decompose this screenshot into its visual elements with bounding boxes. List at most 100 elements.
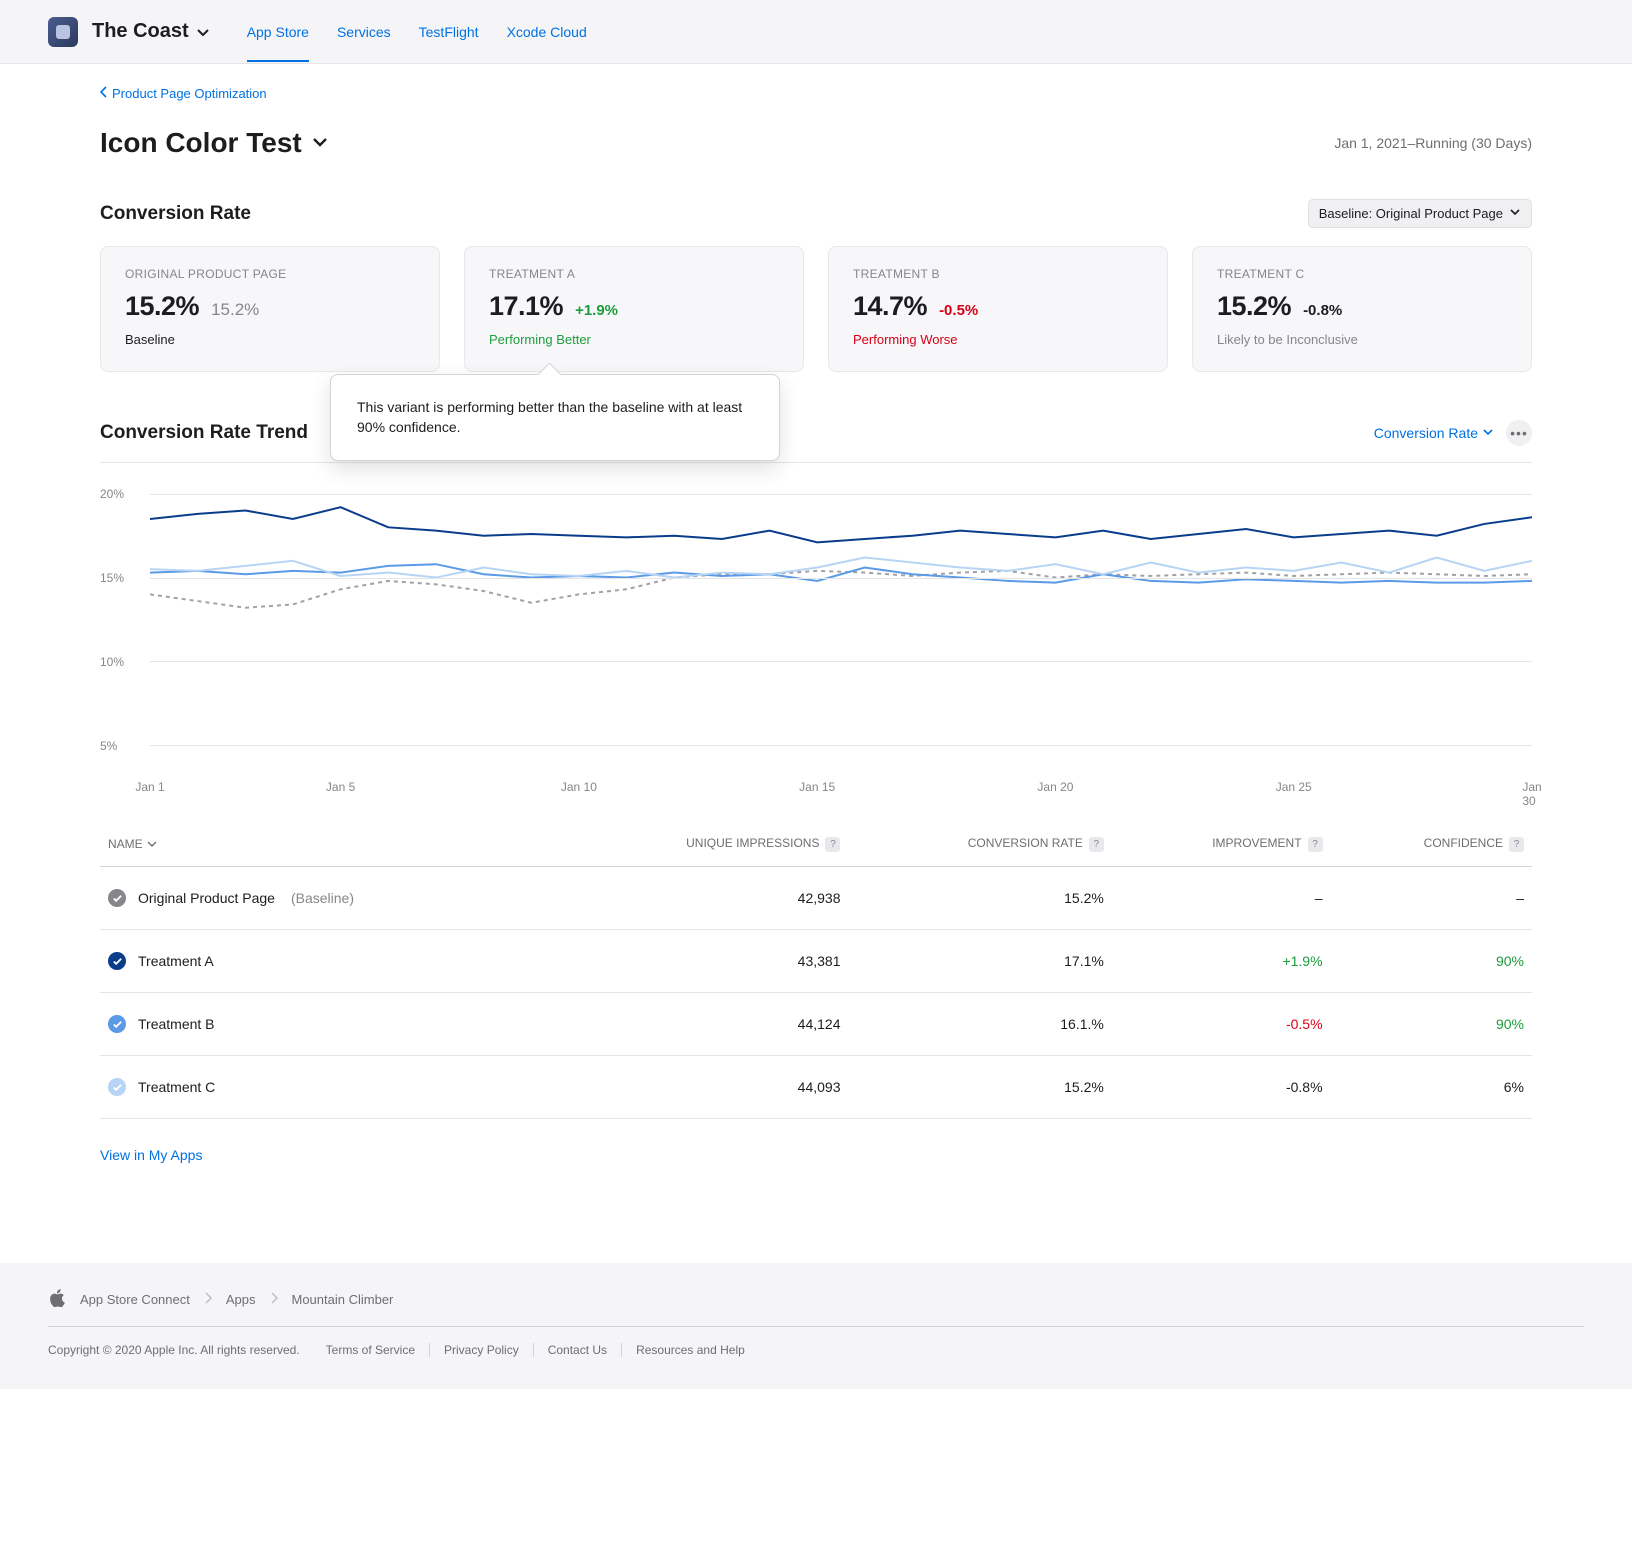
footer-bottom: Copyright © 2020 Apple Inc. All rights r… — [48, 1327, 1584, 1357]
cell-rate: 16.1.% — [848, 993, 1111, 1056]
row-name: Original Product Page — [138, 890, 275, 906]
chevron-right-icon — [270, 1292, 278, 1307]
card-status: Baseline — [125, 332, 415, 347]
view-in-my-apps-link[interactable]: View in My Apps — [100, 1147, 202, 1163]
table-sort-name[interactable]: NAME — [108, 837, 157, 851]
th-label: CONVERSION RATE — [968, 836, 1083, 850]
card-delta: -0.5% — [939, 302, 978, 319]
help-icon[interactable]: ? — [1089, 837, 1104, 852]
card-value: 15.2% — [125, 291, 199, 322]
footer-crumb-app[interactable]: Mountain Climber — [292, 1292, 394, 1307]
cell-impressions: 42,938 — [554, 867, 849, 930]
footer-breadcrumbs: App Store Connect Apps Mountain Climber — [48, 1289, 1584, 1327]
page-meta: Jan 1, 2021–Running (30 Days) — [1334, 135, 1532, 151]
cell-improvement: -0.5% — [1112, 993, 1331, 1056]
chart-x-axis: Jan 1Jan 5Jan 10Jan 15Jan 20Jan 25Jan 30 — [150, 772, 1532, 802]
footer-link[interactable]: Resources and Help — [622, 1343, 759, 1357]
tooltip-text: This variant is performing better than t… — [357, 399, 742, 435]
nav-services[interactable]: Services — [337, 2, 391, 62]
chevron-down-icon — [1482, 425, 1494, 441]
cell-improvement: – — [1112, 867, 1331, 930]
treatment-card[interactable]: TREATMENT A 17.1% +1.9% Performing Bette… — [464, 246, 804, 372]
app-switcher-chevron[interactable] — [195, 23, 211, 40]
table-row[interactable]: Treatment A 43,381 17.1% +1.9% 90% — [100, 930, 1532, 993]
baseline-selector-label: Baseline: Original Product Page — [1319, 206, 1503, 221]
chart-y-label: 10% — [100, 655, 124, 669]
chevron-left-icon — [100, 86, 108, 101]
card-label: TREATMENT B — [853, 267, 1143, 281]
table-header-cell: UNIQUE IMPRESSIONS? — [554, 822, 849, 867]
treatment-card[interactable]: ORIGINAL PRODUCT PAGE 15.2% 15.2% Baseli… — [100, 246, 440, 372]
card-status: Likely to be Inconclusive — [1217, 332, 1507, 347]
baseline-selector[interactable]: Baseline: Original Product Page — [1308, 199, 1532, 228]
help-icon[interactable]: ? — [825, 837, 840, 852]
chart-y-label: 20% — [100, 487, 124, 501]
footer-crumb-root[interactable]: App Store Connect — [80, 1292, 190, 1307]
card-label: TREATMENT C — [1217, 267, 1507, 281]
footer-crumb-apps[interactable]: Apps — [226, 1292, 256, 1307]
footer-link[interactable]: Privacy Policy — [430, 1343, 534, 1357]
th-label: CONFIDENCE — [1424, 836, 1503, 850]
nav-xcode-cloud[interactable]: Xcode Cloud — [507, 2, 587, 62]
row-name: Treatment A — [138, 953, 214, 969]
help-icon[interactable]: ? — [1509, 837, 1524, 852]
table-header-cell: IMPROVEMENT? — [1112, 822, 1331, 867]
chart-plot-area — [150, 477, 1532, 762]
cell-improvement: +1.9% — [1112, 930, 1331, 993]
breadcrumb-back-label: Product Page Optimization — [112, 86, 267, 101]
card-delta: +1.9% — [575, 302, 618, 319]
treatment-card[interactable]: TREATMENT C 15.2% -0.8% Likely to be Inc… — [1192, 246, 1532, 372]
table-row[interactable]: Treatment C 44,093 15.2% -0.8% 6% — [100, 1056, 1532, 1119]
page-title-text: Icon Color Test — [100, 127, 302, 159]
check-badge-icon — [108, 1015, 126, 1033]
chart-x-label: Jan 20 — [1037, 780, 1073, 794]
card-label: ORIGINAL PRODUCT PAGE — [125, 267, 415, 281]
cell-impressions: 44,093 — [554, 1056, 849, 1119]
chevron-down-icon — [147, 839, 157, 849]
breadcrumb-back-link[interactable]: Product Page Optimization — [100, 86, 267, 101]
chart-x-label: Jan 1 — [135, 780, 164, 794]
treatment-card[interactable]: TREATMENT B 14.7% -0.5% Performing Worse — [828, 246, 1168, 372]
chart-series-line — [150, 507, 1532, 542]
chart-x-label: Jan 25 — [1276, 780, 1312, 794]
table-header-cell: CONFIDENCE? — [1331, 822, 1532, 867]
footer-links: Terms of ServicePrivacy PolicyContact Us… — [326, 1343, 759, 1357]
check-badge-icon — [108, 952, 126, 970]
cell-improvement: -0.8% — [1112, 1056, 1331, 1119]
cell-rate: 17.1% — [848, 930, 1111, 993]
chevron-down-icon — [1509, 206, 1521, 221]
footer-link[interactable]: Contact Us — [534, 1343, 622, 1357]
table-header-cell: CONVERSION RATE? — [848, 822, 1111, 867]
table-row[interactable]: Original Product Page (Baseline) 42,938 … — [100, 867, 1532, 930]
app-icon — [48, 17, 78, 47]
nav-app-store[interactable]: App Store — [247, 2, 309, 62]
chart-series-line — [150, 564, 1532, 582]
more-actions-button[interactable]: ••• — [1506, 420, 1532, 446]
chart-x-label: Jan 15 — [799, 780, 835, 794]
conversion-section-title: Conversion Rate — [100, 203, 251, 225]
table-row[interactable]: Treatment B 44,124 16.1.% -0.5% 90% — [100, 993, 1532, 1056]
chart-gridline — [150, 661, 1532, 662]
page-title-chevron[interactable] — [310, 127, 330, 159]
chart-series-line — [150, 571, 1532, 608]
top-nav: App Store Services TestFlight Xcode Clou… — [247, 2, 587, 62]
footer-link[interactable]: Terms of Service — [326, 1343, 430, 1357]
card-status: Performing Worse — [853, 332, 1143, 347]
apple-logo-icon — [48, 1289, 66, 1310]
page-header: Icon Color Test Jan 1, 2021–Running (30 … — [100, 127, 1532, 159]
page-title: Icon Color Test — [100, 127, 330, 159]
check-badge-icon — [108, 1078, 126, 1096]
cell-impressions: 43,381 — [554, 930, 849, 993]
help-icon[interactable]: ? — [1308, 837, 1323, 852]
check-badge-icon — [108, 889, 126, 907]
cell-confidence: – — [1331, 867, 1532, 930]
more-icon: ••• — [1510, 425, 1528, 441]
card-value: 14.7% — [853, 291, 927, 322]
cell-rate: 15.2% — [848, 867, 1111, 930]
footer-copyright: Copyright © 2020 Apple Inc. All rights r… — [48, 1343, 300, 1357]
th-label: UNIQUE IMPRESSIONS — [686, 836, 819, 850]
main-content: Product Page Optimization Icon Color Tes… — [0, 64, 1632, 1203]
nav-testflight[interactable]: TestFlight — [419, 2, 479, 62]
trend-metric-selector[interactable]: Conversion Rate — [1374, 425, 1494, 441]
trend-metric-label: Conversion Rate — [1374, 425, 1478, 441]
